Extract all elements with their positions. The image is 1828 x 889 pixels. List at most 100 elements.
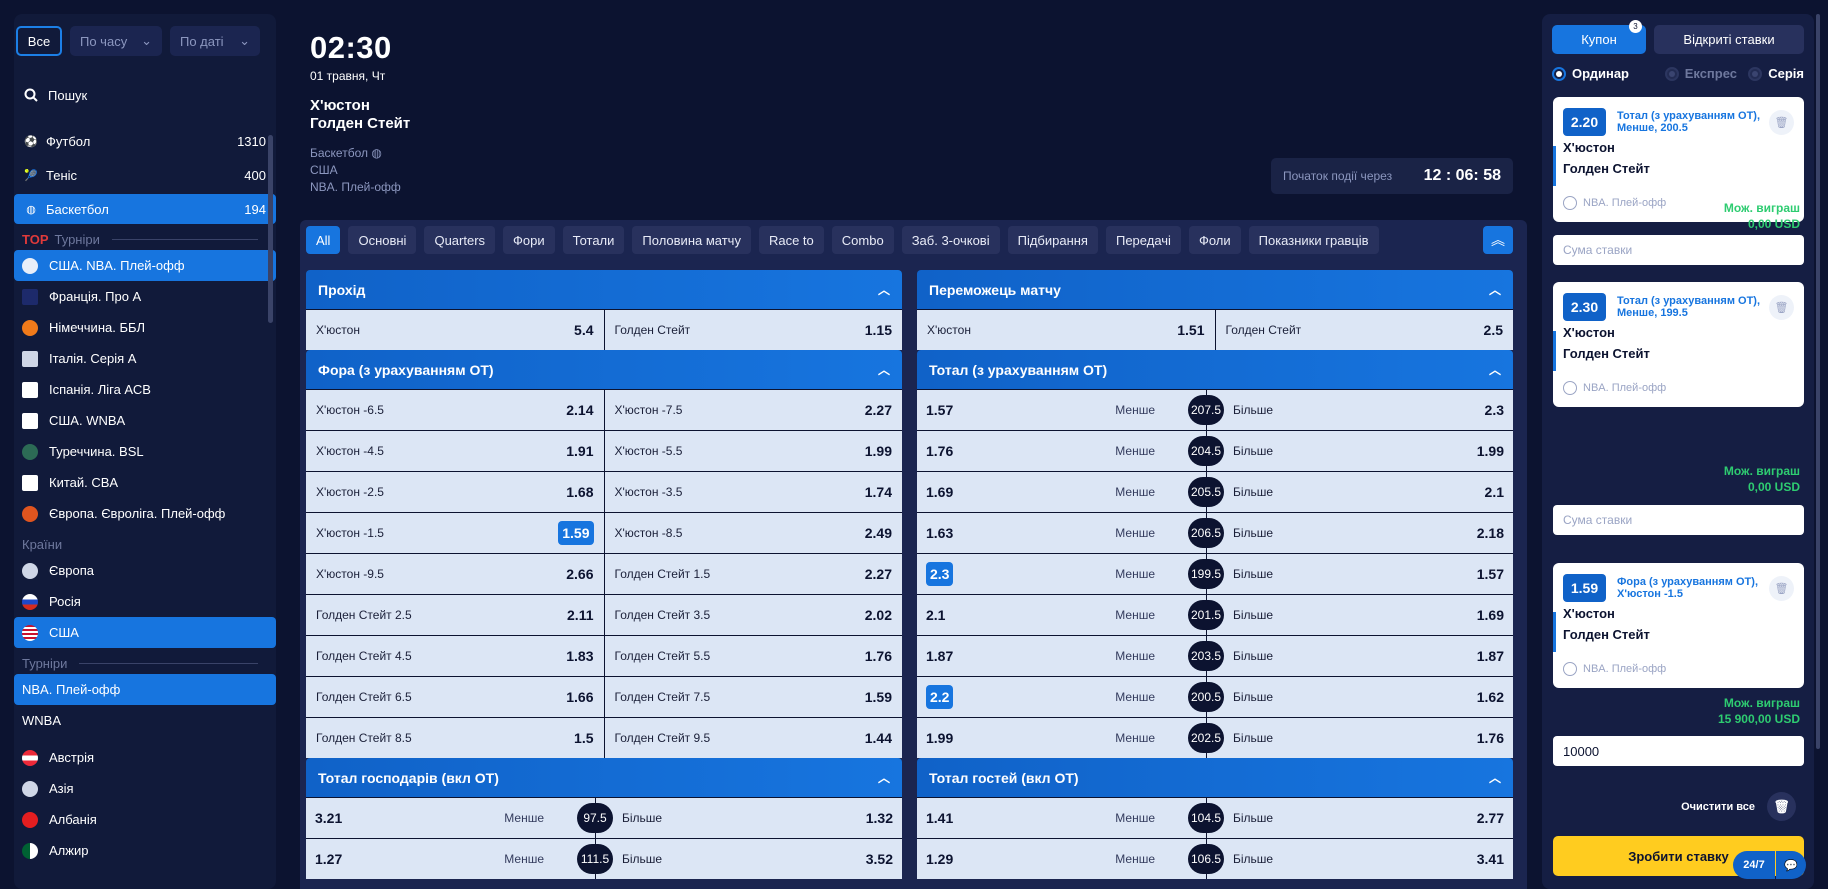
tab-all[interactable]: All (306, 226, 341, 254)
odds-cell-over[interactable]: Більше 1.99 (1206, 431, 1513, 471)
league-item[interactable]: Європа. Євроліга. Плей-офф (14, 498, 276, 529)
tab-quarters[interactable]: Quarters (424, 226, 496, 254)
odds-cell-under[interactable]: 1.29 Менше 106.5 (917, 839, 1224, 879)
odds-cell-over[interactable]: Більше 1.76 (1206, 718, 1513, 758)
odds-cell-under[interactable]: 1.99 Менше 202.5 (917, 718, 1224, 758)
odds-cell[interactable]: Голден Стейт 1.5 2.27 (603, 554, 903, 594)
tab-totals[interactable]: Тотали (562, 226, 625, 254)
odds-cell[interactable]: Х'юстон -2.5 1.68 (306, 472, 604, 512)
odds-cell-over[interactable]: Більше 2.18 (1206, 513, 1513, 553)
remove-bet-button[interactable]: 🗑 (1769, 576, 1794, 601)
odds-cell-under[interactable]: 2.3 Менше 199.5 (917, 554, 1224, 594)
sport-item-tennis[interactable]: 🎾 Теніс 400 (14, 160, 276, 190)
odds-cell[interactable]: Голден Стейт 8.5 1.5 (306, 718, 604, 758)
odds-cell-over[interactable]: Більше 2.77 (1206, 798, 1513, 838)
tab-open-bets[interactable]: Відкриті ставки (1654, 25, 1804, 54)
odds-cell-over[interactable]: Більше 1.62 (1206, 677, 1513, 717)
league-item[interactable]: Туреччина. BSL (14, 436, 276, 467)
market-header[interactable]: Тотал господарів (вкл ОТ) ︿ (306, 758, 902, 797)
odds-cell[interactable]: Голден Стейт 9.5 1.44 (603, 718, 903, 758)
odds-cell[interactable]: Х'юстон -3.5 1.74 (603, 472, 903, 512)
radio-single[interactable]: Ординар (1552, 66, 1665, 81)
league-item[interactable]: Німеччина. ББЛ (14, 312, 276, 343)
support-widget[interactable]: 24/7 💬 (1733, 851, 1806, 879)
tournament-item[interactable]: NBA. Плей-офф (14, 674, 276, 705)
odds-cell[interactable]: Х'юстон -5.5 1.99 (603, 431, 903, 471)
remove-bet-button[interactable]: 🗑 (1769, 295, 1794, 320)
odds-cell-under[interactable]: 1.63 Менше 206.5 (917, 513, 1224, 553)
clear-all-button[interactable]: Очистити все 🗑 (1681, 792, 1796, 821)
odds-cell-over[interactable]: Більше 1.57 (1206, 554, 1513, 594)
country-item[interactable]: Албанія (14, 804, 276, 835)
odds-cell-under[interactable]: 2.2 Менше 200.5 (917, 677, 1224, 717)
odds-cell[interactable]: Х'юстон -6.5 2.14 (306, 390, 604, 430)
odds-cell-under[interactable]: 1.41 Менше 104.5 (917, 798, 1224, 838)
tournament-item[interactable]: WNBA (14, 705, 276, 736)
odds-cell[interactable]: Х'юстон 5.4 (306, 310, 604, 350)
tab-race-to[interactable]: Race to (758, 226, 824, 254)
odds-cell[interactable]: Х'юстон -1.5 1.59 (306, 513, 604, 553)
league-item[interactable]: США. NBA. Плей-офф (14, 250, 276, 281)
odds-cell[interactable]: Голден Стейт 4.5 1.83 (306, 636, 604, 676)
odds-cell[interactable]: Х'юстон -4.5 1.91 (306, 431, 604, 471)
league-item[interactable]: Франція. Про А (14, 281, 276, 312)
filter-by-date-dropdown[interactable]: По даті ⌄ (170, 26, 260, 56)
country-item[interactable]: Європа (14, 555, 276, 586)
odds-cell-over[interactable]: Більше 2.1 (1206, 472, 1513, 512)
sidebar-scrollbar[interactable] (268, 135, 273, 323)
odds-cell-under[interactable]: 1.69 Менше 205.5 (917, 472, 1224, 512)
odds-cell-over[interactable]: Більше 1.87 (1206, 636, 1513, 676)
sport-item-basketball[interactable]: ◍ Баскетбол 194 (14, 194, 276, 224)
market-header[interactable]: Тотал (з урахуванням ОТ) ︿ (917, 350, 1513, 389)
stake-input[interactable]: Сума ставки (1553, 505, 1804, 535)
tab-half[interactable]: Половина матчу (632, 226, 751, 254)
country-item[interactable]: Росія (14, 586, 276, 617)
odds-cell-over[interactable]: Більше 3.41 (1206, 839, 1513, 879)
radio-series[interactable]: Серія (1748, 66, 1804, 81)
odds-cell-over[interactable]: Більше 2.3 (1206, 390, 1513, 430)
stake-input[interactable]: 10000 (1553, 736, 1804, 766)
league-item[interactable]: Італія. Серія А (14, 343, 276, 374)
tab-three-pointers[interactable]: Заб. 3-очкові (901, 226, 1000, 254)
sport-item-football[interactable]: ⚽ Футбол 1310 (14, 126, 276, 156)
odds-cell-under[interactable]: 1.27 Менше 111.5 (306, 839, 613, 879)
radio-express[interactable]: Експрес (1664, 66, 1749, 81)
league-item[interactable]: Іспанія. Ліга АСВ (14, 374, 276, 405)
country-item[interactable]: Алжир (14, 835, 276, 866)
market-header[interactable]: Прохід ︿ (306, 270, 902, 309)
market-header[interactable]: Фора (з урахуванням ОТ) ︿ (306, 350, 902, 389)
odds-cell[interactable]: Голден Стейт 3.5 2.02 (603, 595, 903, 635)
odds-cell-under[interactable]: 1.57 Менше 207.5 (917, 390, 1224, 430)
league-item[interactable]: Китай. CBA (14, 467, 276, 498)
odds-cell[interactable]: Х'юстон 1.51 (917, 310, 1215, 350)
tab-fouls[interactable]: Фоли (1188, 226, 1241, 254)
country-item[interactable]: Азія (14, 773, 276, 804)
market-header[interactable]: Тотал гостей (вкл ОТ) ︿ (917, 758, 1513, 797)
league-item[interactable]: США. WNBA (14, 405, 276, 436)
odds-cell[interactable]: Голден Стейт 2.5 2.11 (306, 595, 604, 635)
tab-player-stats[interactable]: Показники гравців (1248, 226, 1379, 254)
tab-handicaps[interactable]: Фори (503, 226, 555, 254)
tab-coupon[interactable]: Купон 3 (1552, 20, 1646, 54)
odds-cell-over[interactable]: Більше 3.52 (595, 839, 902, 879)
tab-assists[interactable]: Передачі (1105, 226, 1181, 254)
odds-cell-over[interactable]: Більше 1.32 (595, 798, 902, 838)
odds-cell[interactable]: Х'юстон -7.5 2.27 (603, 390, 903, 430)
collapse-all-button[interactable]: ︽ (1483, 226, 1513, 254)
stake-input[interactable]: Сума ставки (1553, 235, 1804, 265)
odds-cell[interactable]: Голден Стейт 5.5 1.76 (603, 636, 903, 676)
odds-cell[interactable]: Голден Стейт 2.5 (1214, 310, 1514, 350)
market-header[interactable]: Переможець матчу ︿ (917, 270, 1513, 309)
odds-cell-under[interactable]: 1.76 Менше 204.5 (917, 431, 1224, 471)
odds-cell[interactable]: Х'юстон -9.5 2.66 (306, 554, 604, 594)
odds-cell[interactable]: Голден Стейт 7.5 1.59 (603, 677, 903, 717)
odds-cell[interactable]: Х'юстон -8.5 2.49 (603, 513, 903, 553)
search-button[interactable]: Пошук (14, 84, 276, 106)
tab-main[interactable]: Основні (348, 226, 417, 254)
country-item[interactable]: Австрія (14, 742, 276, 773)
odds-cell-over[interactable]: Більше 1.69 (1206, 595, 1513, 635)
odds-cell-under[interactable]: 3.21 Менше 97.5 (306, 798, 613, 838)
filter-by-time-dropdown[interactable]: По часу ⌄ (70, 26, 162, 56)
remove-bet-button[interactable]: 🗑 (1769, 110, 1794, 135)
odds-cell-under[interactable]: 2.1 Менше 201.5 (917, 595, 1224, 635)
